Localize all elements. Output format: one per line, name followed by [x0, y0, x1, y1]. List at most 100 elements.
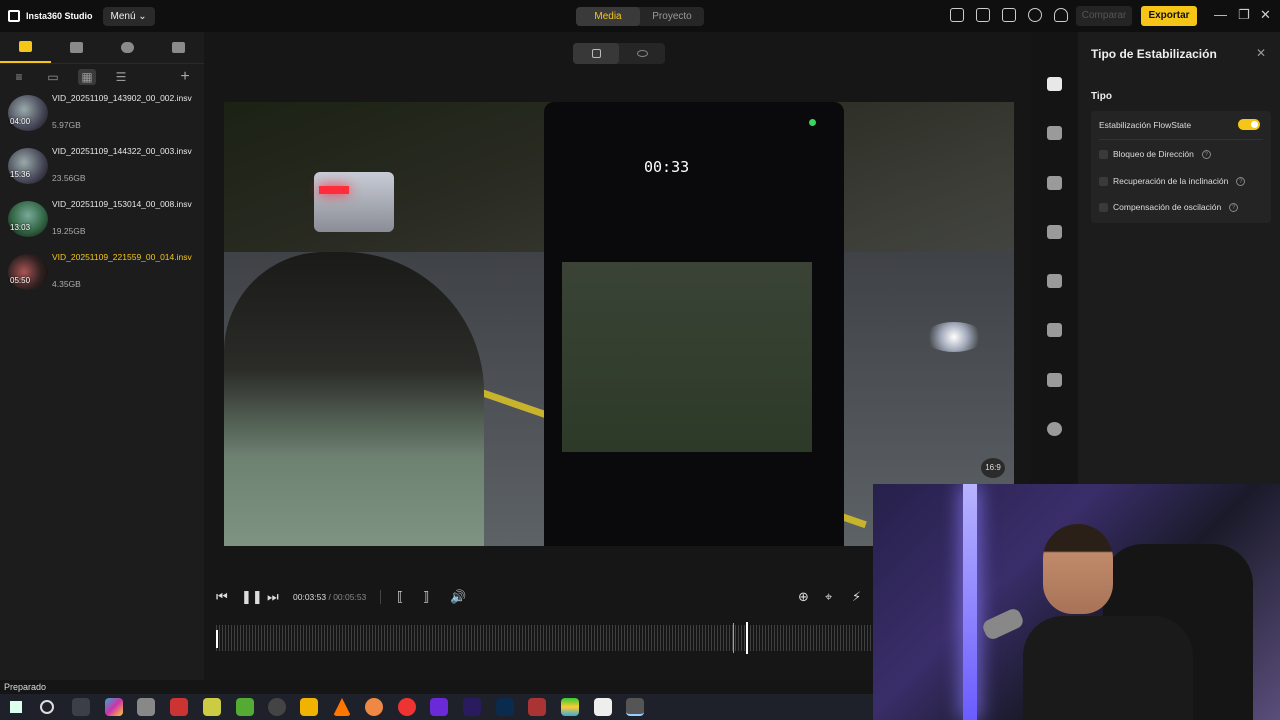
close-button[interactable]: ✕ [1260, 8, 1271, 22]
insta360-taskbar-icon[interactable] [626, 698, 644, 716]
notes-icon[interactable] [1002, 8, 1016, 22]
premiere-icon[interactable] [463, 698, 481, 716]
flowstate-toggle[interactable] [1238, 119, 1260, 130]
focus-icon[interactable]: ⌖ [825, 589, 832, 605]
browser-icon[interactable] [365, 698, 383, 716]
app-icon[interactable] [561, 698, 579, 716]
video-scene-phone-screen [562, 262, 812, 452]
file-item[interactable]: 13:03 VID_20251109_153014_00_008.insv 19… [0, 196, 204, 249]
file-duration: 13:03 [10, 223, 31, 232]
ai-edit-icon[interactable]: ⚡ [852, 589, 861, 605]
checkbox[interactable] [1099, 176, 1108, 186]
horizon-icon[interactable] [1047, 274, 1062, 288]
timeline-start-marker[interactable] [216, 630, 218, 648]
app-icon[interactable] [528, 698, 546, 716]
media-panel: ≡ ▭ ▦ ☰ + 04:00 VID_20251109_143902_00_0… [0, 32, 204, 680]
webcam-overlay [873, 484, 1280, 720]
app-icon[interactable] [430, 698, 448, 716]
tab-media[interactable]: Media [576, 7, 640, 26]
tab-project[interactable]: Proyecto [640, 7, 704, 26]
video-scene-siren [319, 186, 349, 194]
photoshop-icon[interactable] [496, 698, 514, 716]
file-size: 23.56GB [52, 173, 86, 183]
app-title: Insta360 Studio [26, 11, 93, 21]
help-icon[interactable]: ? [1229, 202, 1239, 212]
sort-icon[interactable]: ≡ [10, 69, 28, 85]
vlc-icon[interactable] [333, 698, 351, 716]
file-size: 5.97GB [52, 120, 81, 130]
minimize-button[interactable]: — [1214, 8, 1227, 22]
timeline-trim-marker[interactable] [733, 623, 734, 653]
skip-forward-icon[interactable]: ⏭ [267, 589, 279, 605]
option-tilt-recovery[interactable]: Recuperación de la inclinación ? [1099, 176, 1246, 186]
file-name: VID_20251109_153014_00_008.insv [52, 199, 192, 209]
search-icon[interactable] [40, 700, 54, 714]
message-icon[interactable] [976, 8, 990, 22]
tab-folder[interactable] [51, 32, 102, 63]
edit-view-button[interactable] [573, 43, 619, 64]
app-icon[interactable] [268, 698, 286, 716]
tab-local[interactable] [0, 32, 51, 63]
checkbox[interactable] [1099, 149, 1108, 159]
tab-cloud[interactable] [102, 32, 153, 63]
windows-start-icon[interactable] [10, 701, 22, 713]
grid-view-icon[interactable]: ▦ [78, 69, 96, 85]
clip-icon[interactable] [1047, 373, 1062, 387]
tab-import[interactable] [153, 32, 204, 63]
file-item-selected[interactable]: 05:50 VID_20251109_221559_00_014.insv 4.… [0, 249, 204, 302]
checkbox[interactable] [1099, 202, 1108, 212]
timeline-playhead[interactable] [746, 622, 748, 654]
panel-layout-icon[interactable] [950, 8, 964, 22]
help-icon[interactable]: ? [1236, 176, 1246, 186]
trim-start-icon[interactable]: ⟦ [397, 589, 403, 605]
option-sway-compensation[interactable]: Compensación de oscilación ? [1099, 202, 1239, 212]
video-scene-vehicle [314, 172, 394, 232]
volume-icon[interactable]: 🔊 [450, 589, 466, 605]
info-icon[interactable] [1047, 422, 1062, 436]
pause-icon[interactable]: ❚❚ [241, 589, 263, 605]
trim-end-icon[interactable]: ⟧ [423, 589, 429, 605]
close-icon[interactable]: ✕ [1256, 46, 1266, 60]
mode-switch: Media Proyecto [576, 7, 704, 26]
add-media-icon[interactable]: + [176, 68, 194, 85]
file-size: 19.25GB [52, 226, 86, 236]
app-icon[interactable] [137, 698, 155, 716]
skip-back-icon[interactable]: ⏮ [216, 589, 228, 605]
file-name: VID_20251109_143902_00_002.insv [52, 93, 192, 103]
maximize-button[interactable]: ❐ [1238, 8, 1250, 22]
task-view-icon[interactable] [72, 698, 90, 716]
compare-button[interactable]: Comparar [1076, 6, 1132, 26]
option-direction-lock[interactable]: Bloqueo de Dirección ? [1099, 149, 1211, 159]
video-add-icon[interactable] [1047, 176, 1062, 190]
file-explorer-icon[interactable] [300, 698, 318, 716]
app-icon[interactable] [594, 698, 612, 716]
video-preview[interactable]: 00:33 16:9 [224, 102, 1014, 546]
preview-view-button[interactable] [619, 43, 665, 64]
webcam-microphone [980, 606, 1026, 642]
plugin-icon[interactable] [1047, 126, 1062, 140]
single-view-icon[interactable]: ▭ [44, 69, 62, 85]
list-view-icon[interactable]: ☰ [112, 69, 130, 85]
media-toolbar: ≡ ▭ ▦ ☰ + [0, 64, 204, 90]
aspect-ratio-button[interactable]: 16:9 [981, 458, 1005, 478]
app-logo-icon [8, 10, 20, 22]
account-icon[interactable] [1054, 8, 1068, 22]
speed-icon[interactable] [1047, 323, 1062, 337]
app-icon[interactable] [170, 698, 188, 716]
help-icon[interactable]: ? [1201, 149, 1211, 159]
add-keyframe-icon[interactable]: ⊕ [798, 589, 809, 605]
audio-settings-icon[interactable] [1047, 225, 1062, 239]
help-icon[interactable] [1028, 8, 1042, 22]
export-button[interactable]: Exportar [1141, 6, 1197, 26]
file-item[interactable]: 15:36 VID_20251109_144322_00_003.insv 23… [0, 143, 204, 196]
app-icon[interactable] [236, 698, 254, 716]
opera-icon[interactable] [398, 698, 416, 716]
menu-button[interactable]: Menú ⌄ [102, 6, 155, 26]
menu-button-label: Menú [110, 10, 136, 22]
stabilization-icon[interactable] [1047, 77, 1062, 91]
copilot-icon[interactable] [105, 698, 123, 716]
app-icon[interactable] [203, 698, 221, 716]
file-duration: 15:36 [10, 170, 31, 179]
file-item[interactable]: 04:00 VID_20251109_143902_00_002.insv 5.… [0, 90, 204, 143]
timeline-waveform[interactable] [216, 625, 876, 651]
